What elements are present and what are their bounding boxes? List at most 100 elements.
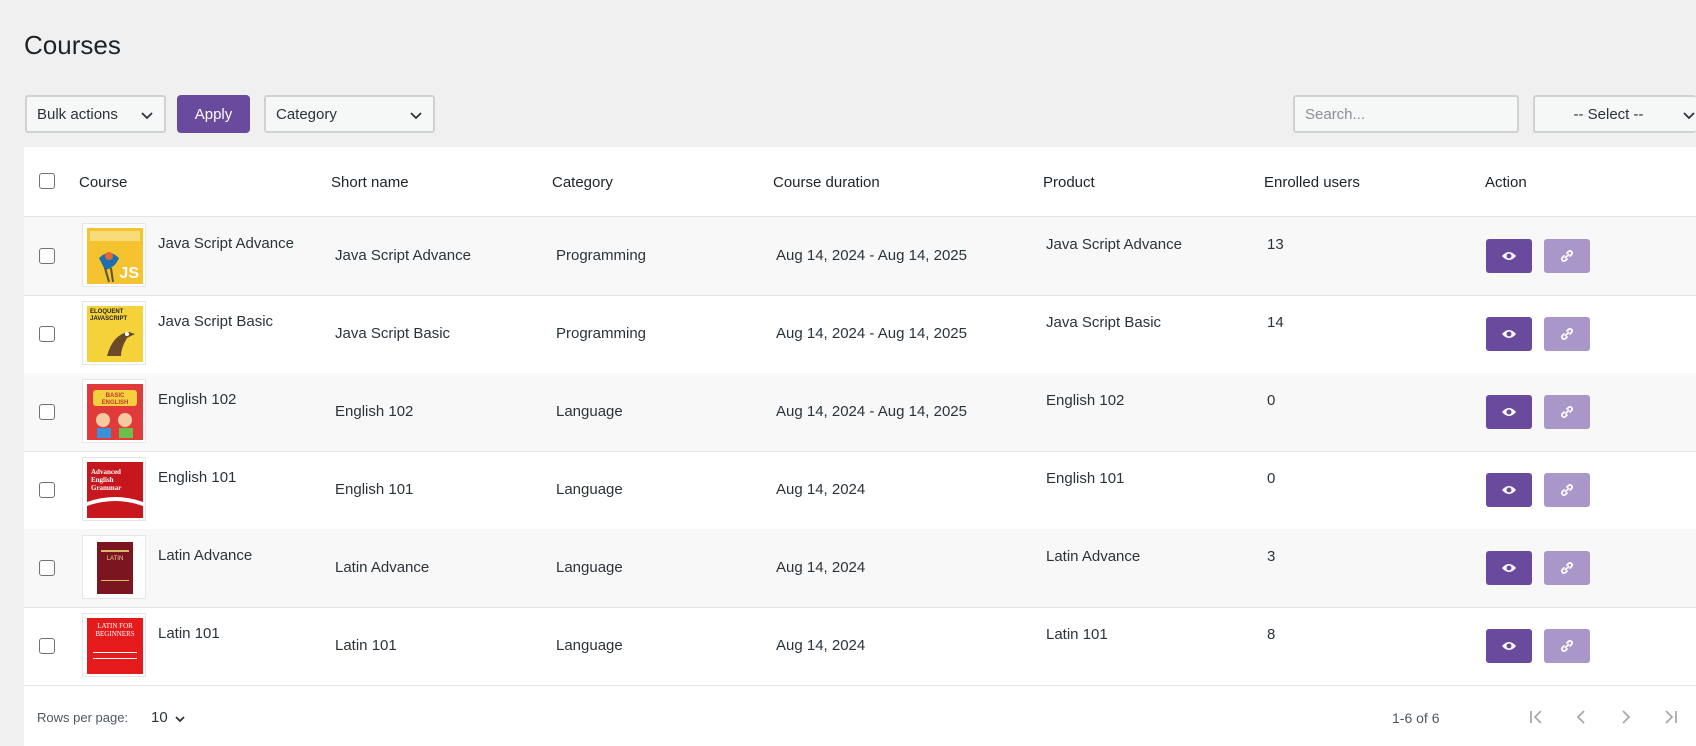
enrolled-users: 14 (1267, 314, 1284, 331)
course-thumbnail[interactable]: JS (82, 223, 146, 287)
header-course[interactable]: Course (79, 174, 127, 191)
course-name[interactable]: Latin Advance (158, 547, 252, 564)
product: Latin 101 (1046, 626, 1108, 643)
category: Language (556, 559, 623, 576)
link-icon (1561, 328, 1573, 340)
header-category[interactable]: Category (552, 174, 613, 191)
header-enrolled-users[interactable]: Enrolled users (1264, 174, 1360, 191)
course-thumbnail[interactable]: LATIN (82, 535, 146, 599)
enrolled-users: 3 (1267, 548, 1276, 565)
enrolled-users: 0 (1267, 470, 1276, 487)
view-button[interactable] (1486, 395, 1532, 429)
chevron-down-icon (1683, 112, 1695, 120)
view-button[interactable] (1486, 317, 1532, 351)
last-page-icon (1665, 710, 1677, 724)
course-duration: Aug 14, 2024 - Aug 14, 2025 (776, 325, 967, 342)
course-name[interactable]: Java Script Basic (158, 313, 273, 330)
row-checkbox[interactable] (39, 482, 55, 498)
bulk-actions-label: Bulk actions (37, 105, 118, 123)
row-checkbox[interactable] (39, 638, 55, 654)
link-button[interactable] (1544, 629, 1590, 663)
link-button[interactable] (1544, 317, 1590, 351)
apply-button[interactable]: Apply (177, 95, 250, 133)
pagination-range: 1-6 of 6 (1392, 710, 1440, 726)
latin-book-cover-image (97, 542, 133, 594)
short-name: English 101 (335, 481, 414, 498)
search-input[interactable] (1293, 95, 1519, 133)
course-name[interactable]: English 102 (158, 391, 236, 408)
course-duration: Aug 14, 2024 (776, 637, 866, 654)
cover-text: LATIN FOR BEGINNERS (95, 622, 135, 638)
next-page-button[interactable] (1614, 705, 1638, 729)
cover-text: Advanced English Grammar (91, 468, 122, 492)
row-checkbox[interactable] (39, 404, 55, 420)
enrolled-users: 8 (1267, 626, 1276, 643)
view-button[interactable] (1486, 551, 1532, 585)
link-button[interactable] (1544, 239, 1590, 273)
table-row: JS Java Script Advance Java Script Advan… (24, 217, 1696, 296)
course-name[interactable]: Latin 101 (158, 625, 220, 642)
page-title: Courses (24, 30, 121, 60)
header-course-duration[interactable]: Course duration (773, 174, 880, 191)
chevron-right-icon (1622, 710, 1631, 724)
cover-text: ELOQUENT JAVASCRIPT (90, 309, 128, 322)
table-row: BASIC ENGLISH English 102 English 102 La… (24, 373, 1696, 452)
table-row: ELOQUENT JAVASCRIPT Java Script Basic Ja… (24, 295, 1696, 374)
link-button[interactable] (1544, 473, 1590, 507)
category-select[interactable]: Category (264, 95, 435, 133)
first-page-icon (1530, 710, 1542, 724)
course-name[interactable]: Java Script Advance (158, 235, 294, 252)
cover-text: LATIN (106, 556, 124, 562)
view-button[interactable] (1486, 629, 1532, 663)
link-button[interactable] (1544, 395, 1590, 429)
select-all-checkbox[interactable] (39, 173, 55, 189)
header-short-name[interactable]: Short name (331, 174, 409, 191)
course-thumbnail[interactable]: ELOQUENT JAVASCRIPT (82, 301, 146, 365)
link-button[interactable] (1544, 551, 1590, 585)
course-duration: Aug 14, 2024 - Aug 14, 2025 (776, 247, 967, 264)
category-select-label: Category (276, 105, 337, 123)
chevron-down-icon[interactable] (174, 713, 186, 725)
short-name: Java Script Basic (335, 325, 451, 342)
product: Latin Advance (1046, 548, 1141, 565)
view-button[interactable] (1486, 239, 1532, 273)
category: Language (556, 637, 623, 654)
enrolled-users: 13 (1267, 236, 1284, 253)
link-icon (1561, 484, 1573, 496)
filter-select-label: -- Select -- (1573, 105, 1644, 123)
product: Java Script Advance (1046, 236, 1182, 253)
course-duration: Aug 14, 2024 (776, 481, 866, 498)
rows-per-page-select[interactable]: 10 (151, 709, 168, 726)
bulk-actions-select[interactable]: Bulk actions (25, 95, 166, 133)
course-thumbnail[interactable]: BASIC ENGLISH (82, 379, 146, 443)
first-page-button[interactable] (1524, 705, 1548, 729)
header-product[interactable]: Product (1043, 174, 1095, 191)
course-thumbnail[interactable]: Advanced English Grammar (82, 457, 146, 521)
category: Programming (556, 325, 647, 342)
short-name: Java Script Advance (335, 247, 471, 264)
cover-text: BASIC ENGLISH (101, 393, 129, 406)
link-icon (1561, 406, 1573, 418)
last-page-button[interactable] (1659, 705, 1683, 729)
table-row: LATIN FOR BEGINNERS Latin 101 Latin 101 … (24, 607, 1696, 686)
header-action: Action (1485, 174, 1527, 191)
product: Java Script Basic (1046, 314, 1162, 331)
filter-select[interactable]: -- Select -- (1533, 95, 1696, 133)
row-checkbox[interactable] (39, 326, 55, 342)
eye-icon (1502, 486, 1516, 494)
eye-icon (1502, 564, 1516, 572)
eye-icon (1502, 252, 1516, 260)
enrolled-users: 0 (1267, 392, 1276, 409)
link-icon (1561, 250, 1573, 262)
row-checkbox[interactable] (39, 560, 55, 576)
previous-page-button[interactable] (1569, 705, 1593, 729)
eye-icon (1502, 642, 1516, 650)
course-thumbnail[interactable]: LATIN FOR BEGINNERS (82, 613, 146, 677)
table-row: LATIN Latin Advance Latin Advance Langua… (24, 529, 1696, 608)
row-checkbox[interactable] (39, 248, 55, 264)
course-name[interactable]: English 101 (158, 469, 236, 486)
view-button[interactable] (1486, 473, 1532, 507)
chevron-down-icon (410, 112, 422, 120)
table-header: Course Short name Category Course durati… (24, 147, 1696, 217)
link-icon (1561, 562, 1573, 574)
